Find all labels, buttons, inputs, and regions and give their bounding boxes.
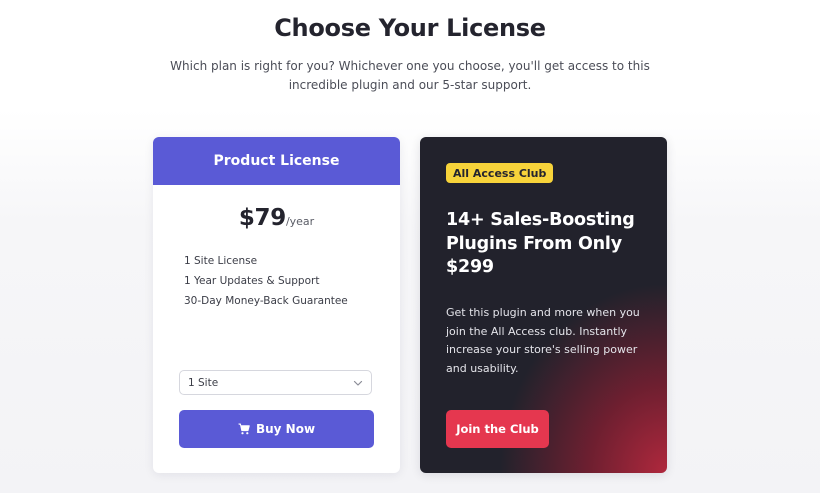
- join-club-button[interactable]: Join the Club: [446, 410, 549, 448]
- buy-now-label: Buy Now: [255, 422, 316, 436]
- price-amount: $79: [238, 205, 286, 231]
- pricing-background: [0, 109, 820, 493]
- feature-item: 1 Year Updates & Support: [184, 275, 320, 287]
- price-period: /year: [285, 215, 315, 228]
- buy-now-button[interactable]: Buy Now: [179, 410, 374, 448]
- feature-list: 1 Site License 1 Year Updates & Support …: [153, 251, 400, 311]
- all-access-description: Get this plugin and more when you join t…: [446, 306, 640, 375]
- feature-item: 30-Day Money-Back Guarantee: [184, 295, 348, 307]
- chevron-down-icon: [353, 378, 363, 388]
- site-select-value: 1 Site: [188, 376, 219, 389]
- site-count-select[interactable]: 1 Site: [179, 370, 372, 395]
- all-access-heading: 14+ Sales-Boosting Plugins From Only $29…: [446, 210, 635, 277]
- price: $79/year: [153, 205, 400, 231]
- shopping-cart-icon: [238, 423, 250, 435]
- feature-item: 1 Site License: [184, 255, 258, 267]
- all-access-badge: All Access Club: [446, 163, 554, 183]
- page-subtitle: Which plan is right for you? Whichever o…: [170, 59, 650, 92]
- product-card-header: Product License: [153, 137, 400, 185]
- all-access-card: All Access Club 14+ Sales-Boosting Plugi…: [420, 137, 667, 473]
- page-title: Choose Your License: [274, 14, 546, 42]
- product-license-card: Product License $79/year 1 Site License …: [153, 137, 400, 473]
